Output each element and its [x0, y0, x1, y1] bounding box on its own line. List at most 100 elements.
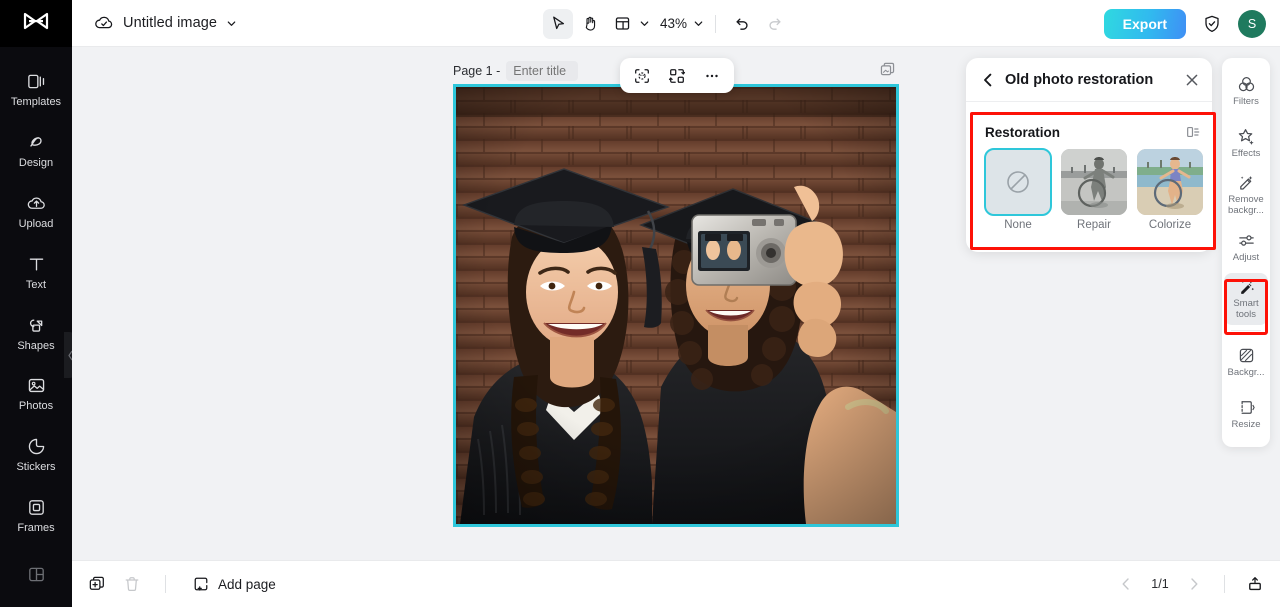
filters-icon	[1238, 76, 1254, 91]
zoom-dropdown[interactable]: 43%	[652, 16, 704, 31]
photos-icon	[28, 379, 44, 393]
rail-item-label: Adjust	[1232, 251, 1260, 263]
page-layout-dropdown[interactable]	[607, 9, 650, 39]
sidebar-item-label: Design	[18, 156, 54, 169]
delete-button[interactable]	[121, 573, 143, 595]
panel-header: Old photo restoration	[966, 58, 1212, 102]
page-indicator: 1/1	[1151, 577, 1169, 591]
remove-background-icon	[1239, 176, 1252, 190]
duplicate-button[interactable]	[86, 573, 108, 595]
cloud-sync-icon	[95, 16, 113, 29]
redo-arrow-icon	[768, 18, 781, 30]
rail-divider	[1231, 330, 1261, 331]
restoration-thumb-colorize[interactable]	[1137, 149, 1203, 215]
duplicate-icon	[89, 576, 104, 590]
next-page-button[interactable]	[1183, 573, 1205, 595]
rail-item-smart-tools[interactable]: Smart tools	[1224, 273, 1268, 325]
sidebar-item-layouts[interactable]	[0, 546, 72, 607]
design-icon	[29, 136, 42, 147]
rail-item-label: Smart tools	[1233, 298, 1259, 320]
sidebar-item-label: Frames	[17, 522, 55, 535]
bottom-bar: Add page 1/1	[72, 560, 1280, 607]
export-button[interactable]: Export	[1103, 8, 1186, 39]
hand-tool-button[interactable]	[575, 9, 605, 39]
duplicate-page-button[interactable]	[877, 59, 897, 79]
rail-item-effects[interactable]: Effects	[1224, 117, 1268, 169]
rail-item-label: Effects	[1231, 147, 1261, 159]
undo-arrow-icon	[735, 18, 748, 30]
sidebar-item-stickers[interactable]: Stickers	[0, 424, 72, 485]
image-floating-toolbar	[620, 58, 734, 93]
document-title-area[interactable]: Untitled image	[72, 13, 237, 33]
add-page-button[interactable]: Add page	[188, 575, 276, 593]
rail-item-resize[interactable]: Resize	[1224, 388, 1268, 440]
smart-cutout-icon	[635, 68, 649, 83]
right-tool-rail: Filters Effects Remove backgr... Adjust …	[1222, 58, 1270, 447]
restoration-thumb-none[interactable]	[984, 148, 1052, 216]
user-avatar[interactable]: S	[1238, 9, 1266, 38]
chevron-down-icon	[227, 20, 236, 26]
page-title-input[interactable]	[506, 61, 579, 81]
chevron-left-icon	[1122, 578, 1129, 590]
shield-check-icon	[1205, 15, 1219, 32]
chevron-left-icon[interactable]	[980, 72, 996, 88]
toolbar-divider	[715, 14, 717, 33]
cursor-arrow-icon	[552, 16, 564, 30]
background-icon	[1239, 348, 1253, 362]
security-button[interactable]	[1200, 12, 1224, 36]
canvas-image	[456, 87, 896, 524]
document-title: Untitled image	[123, 15, 218, 31]
text-icon	[29, 258, 43, 271]
sidebar-item-photos[interactable]: Photos	[0, 363, 72, 424]
hand-pan-icon	[585, 16, 595, 31]
sidebar-item-frames[interactable]: Frames	[0, 485, 72, 546]
restoration-option-none[interactable]: None	[984, 148, 1052, 231]
sidebar-collapse-handle[interactable]	[64, 332, 72, 378]
redo-button[interactable]	[759, 9, 789, 39]
chevron-right-icon	[1191, 578, 1198, 590]
close-icon[interactable]	[1184, 72, 1200, 88]
rail-item-filters[interactable]: Filters	[1224, 65, 1268, 117]
restoration-option-repair[interactable]: Repair	[1061, 149, 1127, 231]
rail-item-label: Remove backgr...	[1228, 194, 1264, 216]
restoration-thumb-repair[interactable]	[1061, 149, 1127, 215]
bottom-bar-right: 1/1	[1115, 573, 1280, 595]
more-options-button[interactable]	[699, 63, 725, 89]
stickers-icon	[28, 439, 44, 455]
sidebar-item-upload[interactable]: Upload	[0, 181, 72, 242]
rail-item-remove-background[interactable]: Remove backgr...	[1224, 169, 1268, 221]
top-bar-actions: Export S	[1103, 0, 1266, 47]
page-number-label: Page 1 -	[453, 64, 501, 78]
layout-panels-icon	[28, 567, 44, 581]
add-page-label: Add page	[218, 576, 276, 592]
before-after-compare-icon[interactable]	[1185, 124, 1201, 140]
sidebar-item-design[interactable]: Design	[0, 120, 72, 181]
zoom-level-value: 43%	[660, 16, 688, 31]
present-button[interactable]	[1244, 573, 1266, 595]
select-tool-button[interactable]	[543, 8, 573, 39]
trash-icon	[125, 577, 139, 592]
present-icon	[1249, 577, 1261, 591]
sidebar-item-label: Upload	[18, 217, 54, 230]
sidebar-item-text[interactable]: Text	[0, 242, 72, 303]
undo-button[interactable]	[727, 9, 757, 39]
rail-item-adjust[interactable]: Adjust	[1224, 221, 1268, 273]
app-logo[interactable]	[0, 0, 72, 47]
capcut-logo-icon	[23, 12, 49, 30]
no-effect-icon	[1007, 171, 1029, 193]
layout-button[interactable]	[607, 9, 637, 39]
add-page-icon	[194, 577, 208, 591]
prev-page-button[interactable]	[1115, 573, 1137, 595]
sidebar-item-templates[interactable]: Templates	[0, 59, 72, 120]
rail-item-label: Backgr...	[1227, 366, 1265, 378]
sidebar-item-shapes[interactable]: Shapes	[0, 303, 72, 364]
rail-item-label: Filters	[1233, 95, 1259, 107]
smart-cutout-button[interactable]	[629, 63, 655, 89]
smart-tools-icon	[1240, 279, 1254, 295]
more-options-icon	[706, 74, 718, 77]
panel-title: Old photo restoration	[1005, 71, 1154, 88]
restoration-option-colorize[interactable]: Colorize	[1137, 149, 1203, 231]
replace-image-button[interactable]	[664, 63, 690, 89]
artboard[interactable]	[453, 84, 899, 527]
rail-item-background[interactable]: Backgr...	[1224, 336, 1268, 388]
